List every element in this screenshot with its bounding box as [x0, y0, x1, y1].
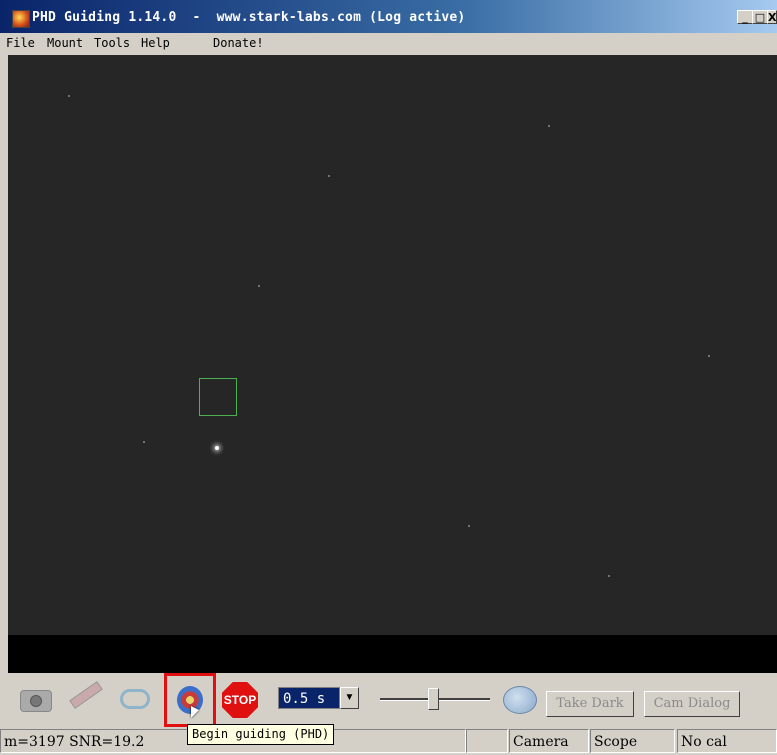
- connect-scope-button[interactable]: [63, 680, 106, 718]
- loop-icon: [120, 689, 150, 709]
- app-icon[interactable]: [12, 10, 30, 28]
- faint-star: [708, 355, 710, 357]
- guide-star: [215, 446, 219, 450]
- connect-camera-button[interactable]: [14, 680, 57, 718]
- mouse-cursor-icon: [191, 706, 199, 718]
- menu-bar: File Mount Tools Help Donate!: [0, 33, 777, 53]
- advanced-settings-button[interactable]: [498, 680, 542, 718]
- guide-camera-image[interactable]: [8, 55, 777, 635]
- loop-exposures-button[interactable]: [114, 680, 157, 718]
- guide-star-selection-box[interactable]: [199, 378, 237, 416]
- faint-star: [68, 95, 70, 97]
- tooltip: Begin guiding (PHD): [187, 724, 335, 745]
- begin-guiding-button[interactable]: [164, 673, 216, 727]
- status-camera: Camera: [509, 729, 589, 753]
- menu-mount[interactable]: Mount: [47, 36, 83, 50]
- stop-button[interactable]: STOP: [219, 680, 262, 718]
- stop-icon-label: STOP: [223, 693, 257, 707]
- exposure-select[interactable]: 0.5 s ▼: [278, 687, 359, 709]
- gamma-slider[interactable]: [380, 685, 490, 711]
- menu-donate[interactable]: Donate!: [213, 36, 264, 50]
- brain-icon: [503, 686, 537, 714]
- menu-file[interactable]: File: [6, 36, 35, 50]
- maximize-button[interactable]: □: [752, 10, 768, 24]
- faint-star: [608, 575, 610, 577]
- take-dark-button[interactable]: Take Dark: [546, 691, 634, 717]
- menu-tools[interactable]: Tools: [94, 36, 130, 50]
- exposure-value[interactable]: 0.5 s: [278, 687, 340, 709]
- status-scope: Scope: [590, 729, 675, 753]
- status-bar: m=3197 SNR=19.2 Camera Scope No cal: [0, 729, 777, 755]
- faint-star: [548, 125, 550, 127]
- faint-star: [258, 285, 260, 287]
- status-calibration: No cal: [677, 729, 777, 753]
- target-icon: [177, 686, 203, 714]
- window-title: PHD Guiding 1.14.0 - www.stark-labs.com …: [32, 10, 466, 25]
- toolbar: STOP 0.5 s ▼ Take Dark Cam Dialog: [0, 673, 777, 729]
- image-bottom-band: [8, 635, 777, 673]
- cam-dialog-button[interactable]: Cam Dialog: [644, 691, 740, 717]
- telescope-icon: [69, 681, 103, 709]
- title-bar: PHD Guiding 1.14.0 - www.stark-labs.com …: [0, 0, 777, 33]
- slider-thumb[interactable]: [428, 688, 439, 710]
- faint-star: [468, 525, 470, 527]
- faint-star: [143, 441, 145, 443]
- faint-star: [328, 175, 330, 177]
- status-blank: [466, 729, 508, 753]
- menu-help[interactable]: Help: [141, 36, 170, 50]
- chevron-down-icon[interactable]: ▼: [340, 687, 359, 709]
- camera-icon: [20, 690, 52, 712]
- minimize-button[interactable]: _: [737, 10, 753, 24]
- close-button[interactable]: X: [767, 10, 777, 24]
